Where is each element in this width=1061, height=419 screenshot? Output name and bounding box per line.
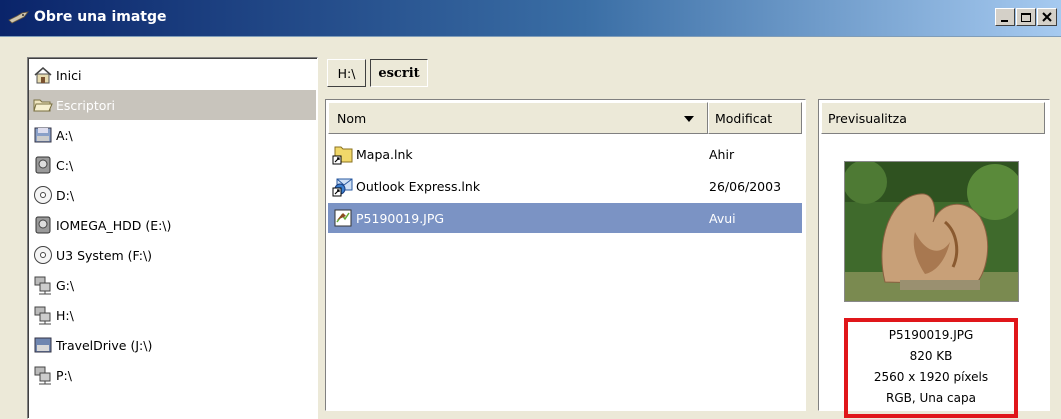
removable-drive-icon [34,337,52,353]
folder-shortcut-icon [332,146,353,165]
maximize-icon [1021,13,1031,22]
minimize-icon [1001,20,1008,22]
places-panel: Inici Escriptori A:\ C:\ D:\ IOMEGA_HDD … [27,57,318,419]
preview-filename: P5190019.JPG [888,328,974,342]
place-item-d-drive[interactable]: D:\ [29,180,316,210]
network-drive-icon [34,306,51,325]
outlook-shortcut-icon [332,178,353,197]
file-row[interactable]: Mapa.lnk Ahir [328,139,802,169]
file-name: Mapa.lnk [356,146,413,162]
place-item-e-drive[interactable]: IOMEGA_HDD (E:\) [29,210,316,240]
file-name: Outlook Express.lnk [356,178,481,194]
maximize-button[interactable] [1016,8,1036,26]
folder-open-icon [33,99,53,112]
preview-size: 820 KB [909,349,953,363]
place-item-desktop[interactable]: Escriptori [29,90,316,120]
gimp-wilber-icon [8,11,29,24]
cd-drive-icon [34,186,52,204]
close-button[interactable] [1037,8,1057,26]
network-drive-icon [34,276,51,295]
place-item-g-drive[interactable]: G:\ [29,270,316,300]
file-row[interactable]: Outlook Express.lnk 26/06/2003 [328,171,802,201]
preview-layers: RGB, Una capa [886,391,976,405]
place-item-j-drive[interactable]: TravelDrive (J:\) [29,330,316,360]
floppy-drive-icon [34,127,52,143]
sort-down-icon [684,116,694,122]
preview-thumbnail-image [844,161,1019,302]
path-button-root[interactable]: H:\ [327,59,366,87]
title-bar[interactable]: Obre una imatge [0,0,1061,37]
place-item-p-drive[interactable]: P:\ [29,360,316,390]
column-header-modified[interactable]: Modificat [708,102,802,134]
hard-drive-icon [35,156,51,174]
place-item-home[interactable]: Inici [29,60,316,90]
file-list: Nom Modificat Mapa.lnk Ahir Outlook Expr… [325,99,806,411]
home-icon [34,67,52,84]
network-drive-icon [34,366,51,385]
image-info-box: P5190019.JPG 820 KB 2560 x 1920 píxels R… [844,318,1018,418]
place-item-c-drive[interactable]: C:\ [29,150,316,180]
file-modified: 26/06/2003 [709,178,782,194]
place-item-f-drive[interactable]: U3 System (F:\) [29,240,316,270]
window-title: Obre una imatge [34,9,167,25]
preview-dimensions: 2560 x 1920 píxels [873,370,989,384]
preview-panel: Previsualitza P5190019.JPG 820 KB 2560 x… [818,99,1050,418]
minimize-button[interactable] [995,8,1015,26]
place-item-a-drive[interactable]: A:\ [29,120,316,150]
file-row-selected[interactable]: P5190019.JPG Avui [328,203,802,233]
path-button-current[interactable]: escrit [370,59,428,87]
file-modified: Ahir [709,146,735,162]
preview-header[interactable]: Previsualitza [821,102,1045,134]
cd-drive-icon [34,246,52,264]
file-modified: Avui [709,210,736,226]
hard-drive-icon [35,216,51,234]
column-header-name[interactable]: Nom [328,102,708,134]
file-name: P5190019.JPG [356,210,445,226]
close-icon [1042,12,1052,22]
place-item-h-drive[interactable]: H:\ [29,300,316,330]
image-file-icon [334,209,352,227]
